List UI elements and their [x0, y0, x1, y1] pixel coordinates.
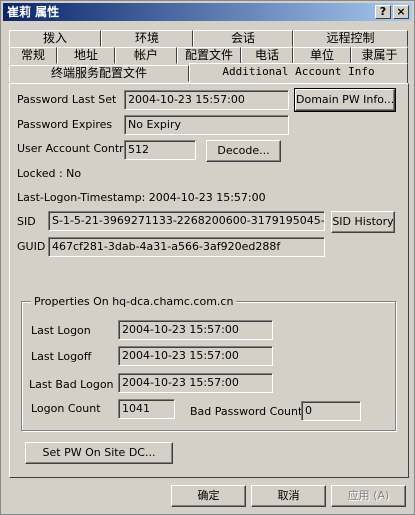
last-bad-logon-label: Last Bad Logon — [29, 378, 114, 391]
close-button[interactable]: × — [393, 5, 409, 19]
sid-label: SID — [17, 215, 36, 228]
password-expires-field: No Expiry — [124, 115, 289, 135]
tab-member-of[interactable]: 隶属于 — [351, 47, 408, 64]
sid-field: S-1-5-21-3969271133-2268200600-317919504… — [48, 211, 325, 231]
guid-label: GUID — [17, 240, 46, 253]
decode-button[interactable]: Decode... — [206, 140, 281, 162]
properties-dialog: 崔莉 属性 ? × 拨入 环境 会话 远程控制 常规 地址 帐户 配置文件 电话… — [0, 0, 415, 515]
tab-sessions[interactable]: 会话 — [193, 30, 293, 47]
tab-remote-control[interactable]: 远程控制 — [293, 30, 408, 47]
bad-password-count-label: Bad Password Count — [190, 405, 303, 418]
logon-count-field: 1041 — [118, 399, 175, 419]
tab-account[interactable]: 帐户 — [115, 47, 177, 64]
properties-group-title: Properties On hq-dca.chamc.com.cn — [31, 295, 237, 308]
domain-pw-info-button[interactable]: Domain PW Info... — [294, 88, 396, 112]
last-logon-timestamp: Last-Logon-Timestamp: 2004-10-23 15:57:0… — [17, 191, 266, 204]
password-last-set-field: 2004-10-23 15:57:00 — [124, 90, 289, 110]
window-title: 崔莉 属性 — [7, 5, 60, 19]
tab-address[interactable]: 地址 — [57, 47, 115, 64]
sid-history-button[interactable]: SID History — [331, 211, 395, 233]
logon-count-label: Logon Count — [31, 402, 101, 415]
tab-environment[interactable]: 环境 — [101, 30, 193, 47]
apply-button[interactable]: 应用 (A) — [331, 485, 406, 507]
cancel-button[interactable]: 取消 — [251, 485, 326, 507]
last-logoff-field: 2004-10-23 15:57:00 — [118, 346, 273, 366]
last-logon-field: 2004-10-23 15:57:00 — [118, 320, 273, 340]
tab-general[interactable]: 常规 — [9, 47, 57, 64]
help-button[interactable]: ? — [375, 5, 391, 19]
tab-organization[interactable]: 单位 — [293, 47, 351, 64]
password-last-set-label: Password Last Set — [17, 93, 117, 106]
bad-password-count-field: 0 — [301, 401, 361, 421]
uac-field: 512 — [124, 140, 196, 160]
last-bad-logon-field: 2004-10-23 15:57:00 — [118, 373, 273, 393]
last-logon-label: Last Logon — [31, 324, 91, 337]
set-pw-on-site-dc-button[interactable]: Set PW On Site DC... — [25, 442, 173, 464]
uac-label: User Account Control — [17, 142, 134, 155]
tab-profile[interactable]: 配置文件 — [177, 47, 241, 64]
tab-additional-account-info[interactable]: Additional Account Info — [189, 63, 408, 84]
tab-terminal-services-profile[interactable]: 终端服务配置文件 — [9, 65, 189, 82]
tab-dial-in[interactable]: 拨入 — [9, 30, 101, 47]
ok-button[interactable]: 确定 — [171, 485, 246, 507]
guid-field: 467cf281-3dab-4a31-a566-3af920ed288f — [48, 237, 325, 257]
last-logoff-label: Last Logoff — [31, 350, 92, 363]
password-expires-label: Password Expires — [17, 118, 113, 131]
locked-status: Locked : No — [17, 167, 82, 180]
tab-telephones[interactable]: 电话 — [241, 47, 293, 64]
title-bar: 崔莉 属性 ? × — [3, 3, 412, 21]
